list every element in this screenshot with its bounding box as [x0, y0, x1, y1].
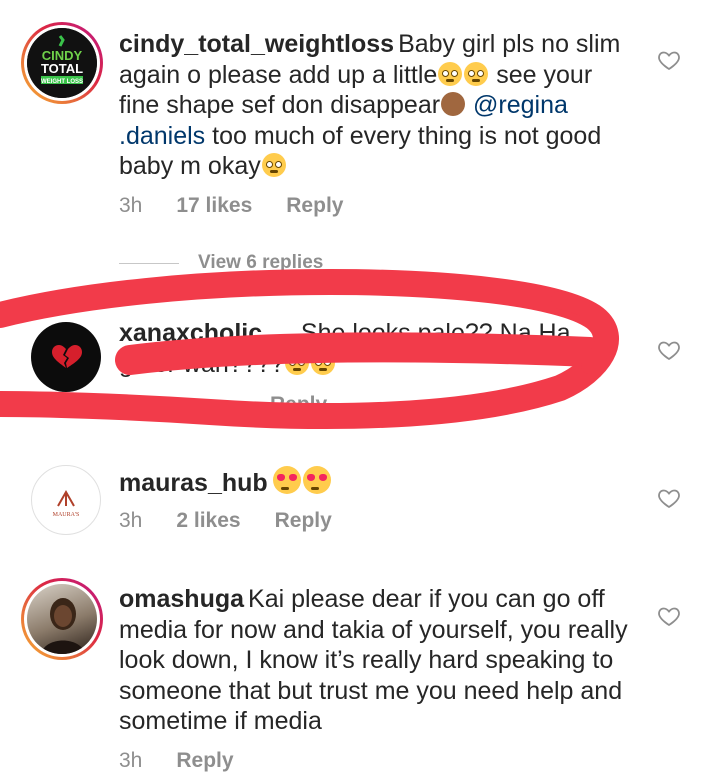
comment-body: She looks pale?? Na Ha	[300, 319, 571, 347]
pleading-face-icon	[464, 61, 489, 86]
reply-button[interactable]: Reply	[286, 194, 343, 217]
avatar[interactable]: MAURA'S	[31, 465, 101, 535]
heart-outline-icon[interactable]	[657, 486, 681, 510]
comment-meta: 3h 2 likes Reply	[119, 509, 366, 533]
comment-text: cindy_total_weightloss Baby girl pls no s…	[119, 29, 639, 182]
likes-count[interactable]: 2 likes	[176, 509, 240, 532]
svg-text:TOTAL: TOTAL	[41, 61, 83, 76]
flushed-face-icon	[311, 350, 336, 375]
pleading-face-icon	[438, 61, 463, 86]
flushed-face-icon	[285, 350, 310, 375]
broken-heart-icon	[52, 345, 82, 368]
comment-meta: Reply	[270, 393, 361, 417]
comment-text: mauras_hub	[119, 466, 639, 499]
username[interactable]: mauras_hub	[119, 469, 268, 497]
smiling-face-with-hearts-icon	[261, 153, 286, 177]
view-replies-button[interactable]: View 6 replies	[198, 252, 323, 274]
comment-text: xanaxcholic__ She looks pale?? Na Ha ge …	[119, 318, 639, 379]
svg-text:WEIGHT LOSS: WEIGHT LOSS	[41, 79, 83, 85]
avatar[interactable]	[31, 322, 101, 392]
comment-text: omashuga Kai please dear if you can go of…	[119, 584, 629, 737]
reply-button[interactable]: Reply	[275, 509, 332, 532]
timestamp: 3h	[119, 509, 143, 532]
mauras-logo-avatar: MAURA'S	[53, 489, 80, 518]
heart-outline-icon[interactable]	[657, 48, 681, 72]
avatar-ring[interactable]	[21, 578, 103, 660]
username[interactable]: xanaxcholic__	[119, 319, 290, 347]
heart-eyes-icon	[272, 466, 301, 494]
timestamp: 3h	[119, 749, 143, 772]
comment-meta: 3h 17 likes Reply	[119, 194, 377, 218]
view-replies-line	[119, 263, 179, 264]
avatar: CINDY TOTAL WEIGHT LOSS	[27, 28, 97, 98]
reply-button[interactable]: Reply	[176, 749, 233, 772]
comment-meta: 3h Reply	[119, 749, 268, 773]
comment-body-line-2: ge or wah????	[119, 349, 285, 378]
person-photo-avatar	[41, 598, 85, 654]
reply-button[interactable]: Reply	[270, 393, 327, 416]
heart-outline-icon[interactable]	[657, 338, 681, 362]
heart-outline-icon[interactable]	[657, 604, 681, 628]
username[interactable]: cindy_total_weightloss	[119, 30, 394, 58]
heart-eyes-icon	[302, 466, 331, 494]
svg-text:MAURA'S: MAURA'S	[53, 512, 80, 518]
likes-count[interactable]: 17 likes	[176, 194, 252, 217]
cindy-logo-avatar: CINDY TOTAL WEIGHT LOSS	[27, 28, 97, 98]
avatar	[27, 584, 97, 654]
avatar-ring[interactable]: CINDY TOTAL WEIGHT LOSS	[21, 22, 103, 104]
username[interactable]: omashuga	[119, 585, 244, 613]
timestamp: 3h	[119, 194, 143, 217]
woman-gesturing-no-icon	[441, 92, 466, 116]
